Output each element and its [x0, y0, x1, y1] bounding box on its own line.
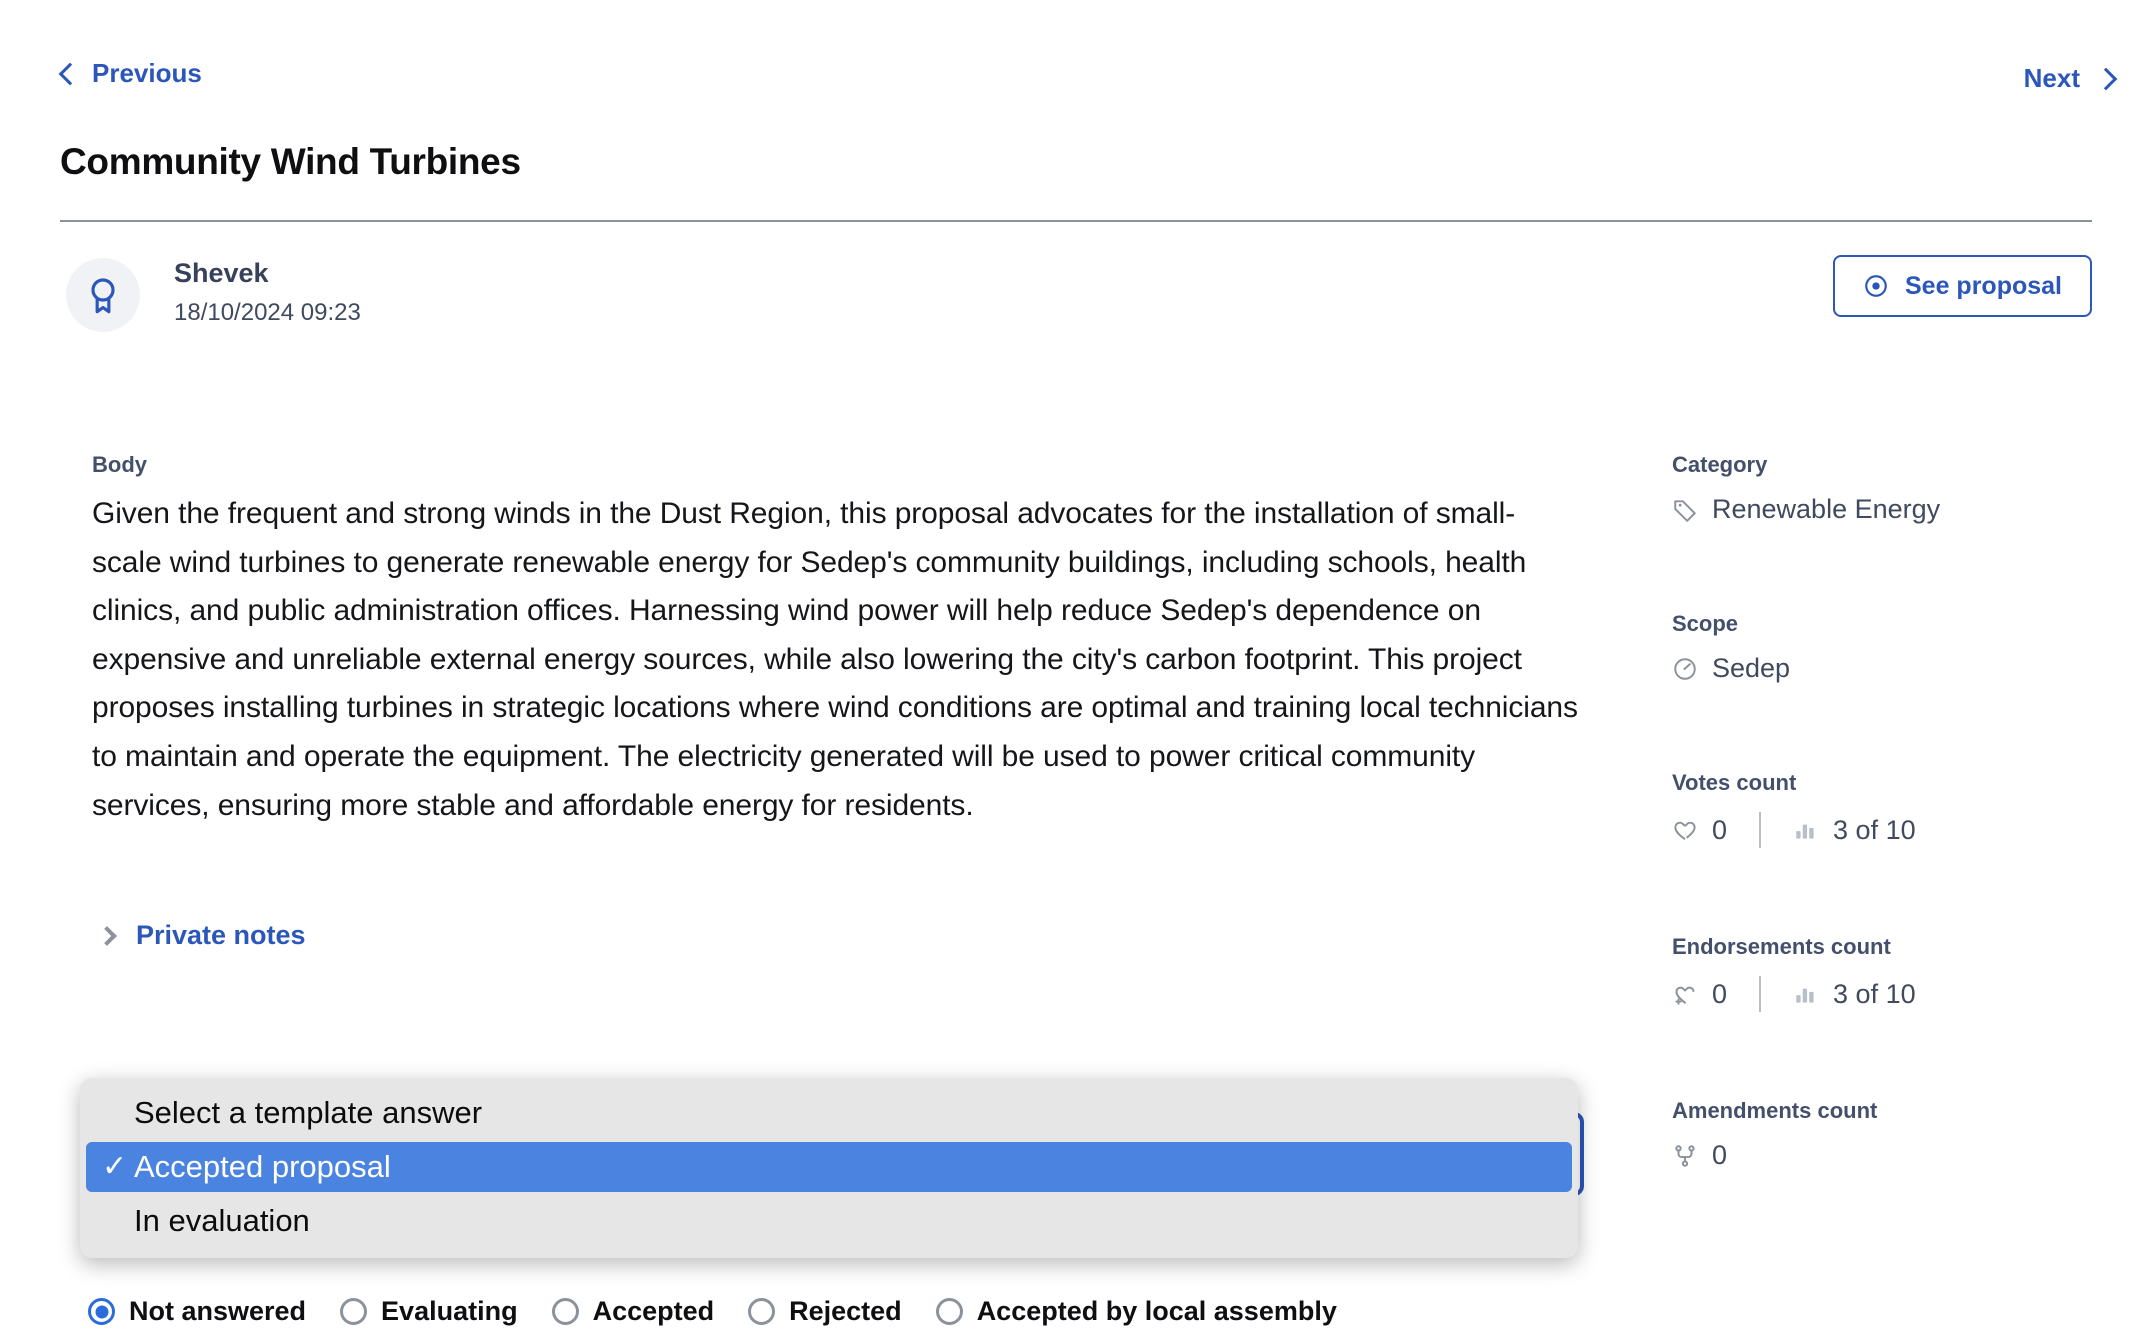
meta-title: Scope — [1672, 611, 2092, 637]
page-title: Community Wind Turbines — [60, 141, 521, 183]
radio-evaluating[interactable]: Evaluating — [340, 1296, 518, 1327]
previous-link[interactable]: Previous — [62, 58, 202, 89]
private-notes-toggle[interactable]: Private notes — [100, 920, 306, 951]
meta-value: 0 — [1712, 979, 1727, 1010]
radio-not-answered[interactable]: Not answered — [88, 1296, 306, 1327]
see-proposal-label: See proposal — [1905, 272, 2062, 301]
proposal-meta-sidebar: Category Renewable Energy Scope Sedep — [1672, 452, 2092, 1257]
radio-label: Not answered — [129, 1296, 306, 1327]
meta-block-category: Category Renewable Energy — [1672, 452, 2092, 525]
meta-block-amendments-count: Amendments count 0 — [1672, 1098, 2092, 1171]
radio-indicator[interactable] — [748, 1298, 775, 1325]
meta-value: 0 — [1712, 815, 1727, 846]
badge-award-icon — [83, 275, 123, 315]
dropdown-option-accepted-proposal[interactable]: ✓ Accepted proposal — [86, 1142, 1572, 1192]
divider — [1759, 976, 1761, 1012]
meta-value-row: 0 — [1672, 1140, 2092, 1171]
meta-value: 0 — [1712, 1140, 1727, 1171]
meta-block-scope: Scope Sedep — [1672, 611, 2092, 684]
radio-indicator[interactable] — [936, 1298, 963, 1325]
radio-label: Rejected — [789, 1296, 902, 1327]
private-notes-label: Private notes — [136, 920, 306, 951]
globe-scope-icon — [1672, 656, 1698, 682]
check-icon: ✓ — [102, 1152, 127, 1182]
bar-chart-icon — [1793, 981, 1819, 1007]
avatar — [66, 258, 140, 332]
top-navigation: Previous Next — [0, 0, 2152, 130]
next-label: Next — [2024, 63, 2080, 94]
radio-label: Evaluating — [381, 1296, 518, 1327]
tag-icon — [1672, 497, 1698, 523]
radio-indicator[interactable] — [340, 1298, 367, 1325]
radio-accepted[interactable]: Accepted — [552, 1296, 715, 1327]
meta-value-row: Renewable Energy — [1672, 494, 2092, 525]
meta-secondary-value: 3 of 10 — [1833, 979, 1916, 1010]
previous-label: Previous — [92, 58, 202, 89]
eye-icon — [1863, 273, 1889, 299]
dropdown-option-label: In evaluation — [134, 1203, 310, 1239]
body-text: Given the frequent and strong winds in t… — [92, 490, 1582, 830]
divider — [1759, 812, 1761, 848]
meta-title: Amendments count — [1672, 1098, 2092, 1124]
meta-value: Sedep — [1712, 653, 1790, 684]
template-answer-dropdown[interactable]: Select a template answer ✓ Accepted prop… — [80, 1078, 1578, 1258]
dropdown-option-placeholder[interactable]: Select a template answer — [80, 1088, 1578, 1138]
meta-title: Category — [1672, 452, 2092, 478]
bar-chart-icon — [1793, 817, 1819, 843]
answer-state-radio-group: Not answered Evaluating Accepted Rejecte… — [88, 1296, 1371, 1327]
meta-value-row: 0 3 of 10 — [1672, 976, 2092, 1012]
meta-block-endorsements-count: Endorsements count 0 3 of 10 — [1672, 934, 2092, 1012]
dropdown-option-label: Select a template answer — [134, 1095, 482, 1131]
chevron-right-icon — [97, 926, 117, 946]
radio-rejected[interactable]: Rejected — [748, 1296, 902, 1327]
title-divider — [60, 220, 2092, 222]
meta-value-row: Sedep — [1672, 653, 2092, 684]
author-name: Shevek — [174, 258, 269, 289]
next-link[interactable]: Next — [2024, 63, 2114, 94]
heart-plus-icon — [1672, 981, 1698, 1007]
meta-title: Votes count — [1672, 770, 2092, 796]
meta-value: Renewable Energy — [1712, 494, 1940, 525]
see-proposal-button[interactable]: See proposal — [1833, 255, 2092, 317]
body-section: Body Given the frequent and strong winds… — [92, 452, 1582, 830]
author-row: Shevek 18/10/2024 09:23 See proposal — [60, 258, 2092, 334]
meta-value-row: 0 3 of 10 — [1672, 812, 2092, 848]
dropdown-option-in-evaluation[interactable]: In evaluation — [80, 1196, 1578, 1246]
body-label: Body — [92, 452, 1582, 478]
radio-indicator[interactable] — [552, 1298, 579, 1325]
branch-icon — [1672, 1143, 1698, 1169]
heart-vote-icon — [1672, 817, 1698, 843]
meta-secondary-value: 3 of 10 — [1833, 815, 1916, 846]
radio-label: Accepted by local assembly — [977, 1296, 1337, 1327]
chevron-right-icon — [2095, 67, 2118, 90]
chevron-left-icon — [59, 62, 82, 85]
dropdown-option-label: Accepted proposal — [134, 1149, 391, 1185]
author-date: 18/10/2024 09:23 — [174, 299, 361, 327]
proposal-answer-page: Previous Next Community Wind Turbines Sh… — [0, 0, 2152, 1336]
meta-block-votes-count: Votes count 0 3 of 10 — [1672, 770, 2092, 848]
radio-label: Accepted — [593, 1296, 715, 1327]
radio-accepted-by-local-assembly[interactable]: Accepted by local assembly — [936, 1296, 1337, 1327]
meta-title: Endorsements count — [1672, 934, 2092, 960]
radio-indicator[interactable] — [88, 1298, 115, 1325]
